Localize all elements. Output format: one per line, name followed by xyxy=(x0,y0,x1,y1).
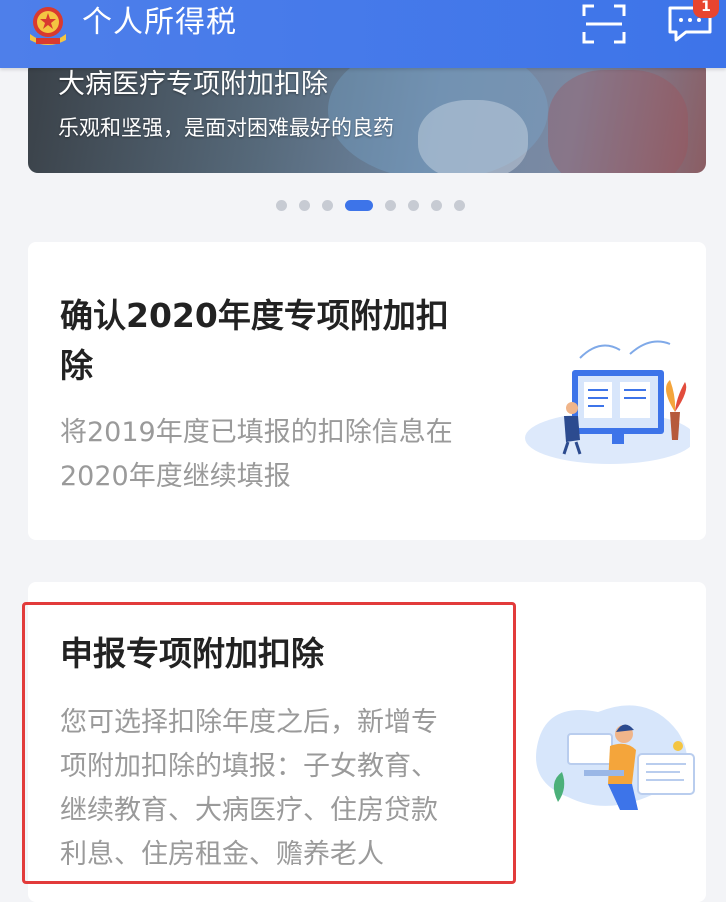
banner-photo-shape xyxy=(548,70,688,173)
pagination-dot[interactable] xyxy=(385,199,396,211)
banner-photo-shape xyxy=(418,100,528,173)
app-title: 个人所得税 xyxy=(82,5,237,40)
pagination-dot[interactable] xyxy=(276,199,287,211)
card-description-line: 2020年度继续填报 xyxy=(60,461,291,492)
scan-icon[interactable] xyxy=(580,2,628,46)
message-badge: 1 xyxy=(693,0,719,18)
promo-banner[interactable]: 大病医疗专项附加扣除 乐观和坚强，是面对困难最好的良药 xyxy=(28,60,706,173)
computer-desk-illustration xyxy=(525,340,690,464)
tax-emblem-icon xyxy=(30,7,66,45)
pagination-dot[interactable] xyxy=(299,199,310,211)
confirm-deduction-card[interactable]: 确认2020年度专项附加扣 除 将2019年度已填报的扣除信息在 2020年度继… xyxy=(28,242,706,540)
banner-pagination xyxy=(276,198,477,212)
pagination-dot[interactable] xyxy=(454,199,465,211)
banner-title: 大病医疗专项附加扣除 xyxy=(58,69,328,100)
card-title-line: 确认2020年度专项附加扣 xyxy=(60,296,449,335)
card-title-line: 除 xyxy=(60,346,93,385)
person-laptop-illustration xyxy=(536,705,695,810)
pagination-dot-active[interactable] xyxy=(345,199,373,211)
banner-subtitle: 乐观和坚强，是面对困难最好的良药 xyxy=(58,116,394,140)
card-description-line: 将2019年度已填报的扣除信息在 xyxy=(60,417,453,448)
app-header: 个人所得税 1 xyxy=(0,0,726,68)
pagination-dot[interactable] xyxy=(408,199,419,211)
highlight-annotation-box xyxy=(22,602,516,884)
pagination-dot[interactable] xyxy=(322,199,333,211)
pagination-dot[interactable] xyxy=(431,199,442,211)
